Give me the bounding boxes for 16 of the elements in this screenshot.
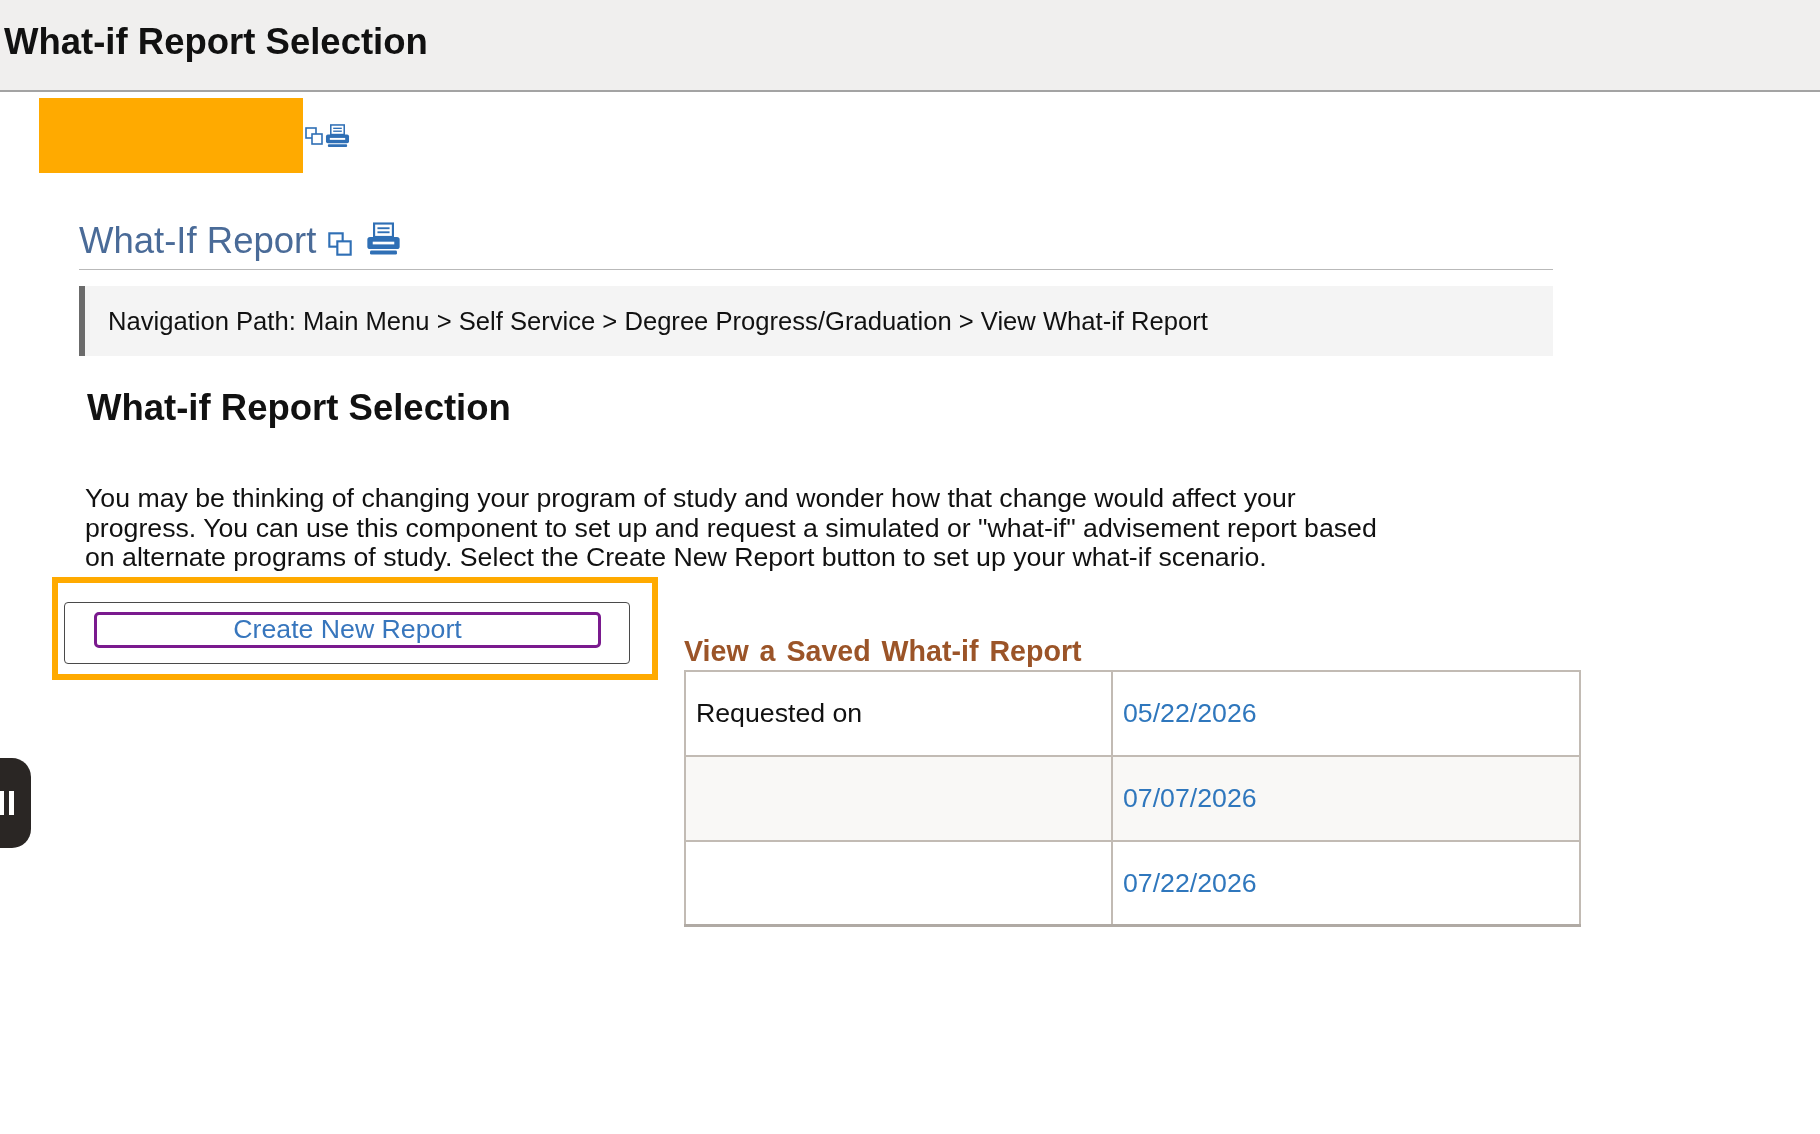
side-handle-icon[interactable]	[0, 758, 31, 848]
page-title: What-if Report Selection	[4, 21, 428, 63]
printer-icon[interactable]	[325, 123, 350, 148]
new-window-icon[interactable]	[305, 126, 323, 145]
description-text: You may be thinking of changing your program of study and wonder how that change would affect your progress. You can use this component to set up and request a simulated or "what-if" advisement report based on alternate programs of study. Select the Create New Report button to set up your what-if scenario.	[85, 484, 1378, 573]
report-heading: What-If Report	[79, 220, 317, 262]
table-cell: Requested on	[696, 697, 863, 728]
printer-icon[interactable]	[366, 222, 402, 256]
section-title: What-if Report Selection	[87, 387, 512, 429]
navigation-path: Navigation Path: Main Menu > Self Service > Degree Progress/Graduation > View What-if Report	[79, 286, 1553, 356]
saved-reports-title: View a Saved What-if Report	[684, 633, 1083, 668]
create-report-button[interactable]: Create New Report	[64, 601, 630, 664]
date-link[interactable]: 07/22/2026	[1123, 867, 1257, 898]
date-link[interactable]: 07/07/2026	[1123, 782, 1257, 813]
new-window-icon[interactable]	[328, 232, 353, 256]
date-link[interactable]: 05/22/2026	[1123, 697, 1257, 728]
